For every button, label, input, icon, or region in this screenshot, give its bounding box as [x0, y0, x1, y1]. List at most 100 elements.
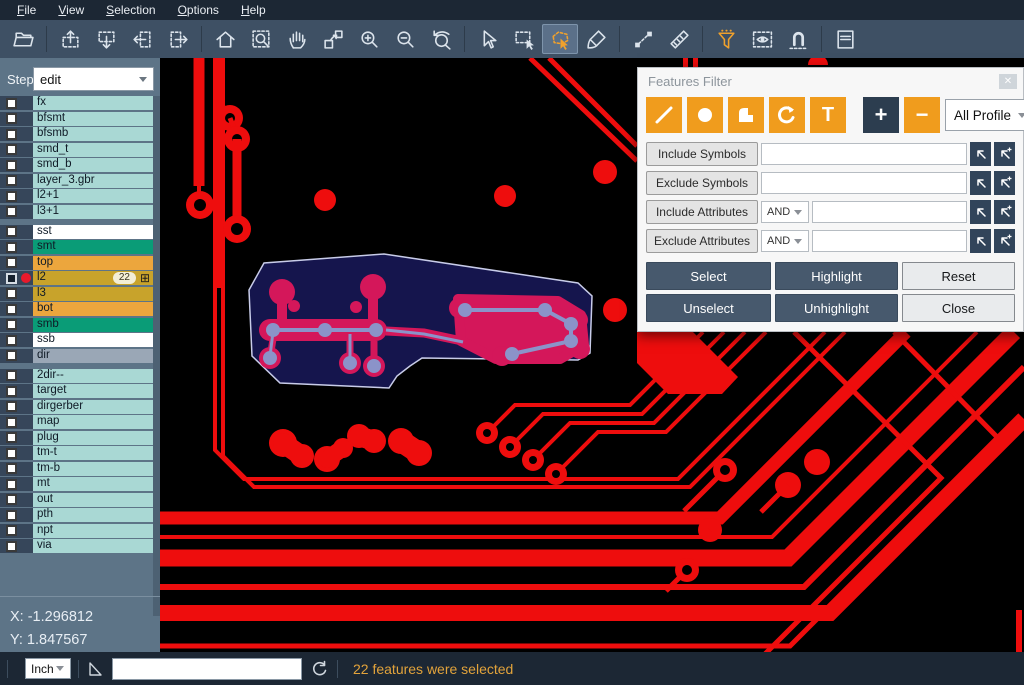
include-attributes-pick-add-button[interactable]	[994, 200, 1015, 224]
layer-row-l3[interactable]: l3	[0, 287, 160, 301]
layer-checkbox[interactable]	[6, 350, 17, 361]
layer-row-l2[interactable]: l222⊞	[0, 271, 160, 285]
report-button[interactable]	[827, 24, 863, 54]
layer-checkbox[interactable]	[6, 98, 17, 109]
home-view-button[interactable]	[207, 24, 243, 54]
zoom-in-button[interactable]	[351, 24, 387, 54]
include-symbols-pick-button[interactable]	[970, 142, 991, 166]
layer-name[interactable]: tm-b	[33, 462, 153, 476]
layer-checkbox[interactable]	[6, 417, 17, 428]
zoom-window-button[interactable]	[243, 24, 279, 54]
layer-row-2dir--[interactable]: 2dir--	[0, 369, 160, 383]
reset-button[interactable]: Reset	[902, 262, 1015, 290]
layer-checkbox[interactable]	[6, 206, 17, 217]
pan-down-button[interactable]	[88, 24, 124, 54]
highlight-button[interactable]: Highlight	[775, 262, 898, 290]
layer-row-plug[interactable]: plug	[0, 431, 160, 445]
layer-row-smd_b[interactable]: smd_b	[0, 158, 160, 172]
include-attributes-operator-select[interactable]: AND	[761, 201, 809, 223]
layer-row-dir[interactable]: dir	[0, 349, 160, 363]
include-attributes-pick-button[interactable]	[970, 200, 991, 224]
layer-name[interactable]: l3	[33, 287, 153, 301]
layer-name[interactable]: l3+1	[33, 205, 153, 219]
layer-name[interactable]: smd_t	[33, 143, 153, 157]
layer-name[interactable]: top	[33, 256, 153, 270]
layer-name[interactable]: bot	[33, 302, 153, 316]
layer-row-via[interactable]: via	[0, 539, 160, 553]
layer-row-map[interactable]: map	[0, 415, 160, 429]
view-options-button[interactable]	[744, 24, 780, 54]
refresh-icon[interactable]	[310, 659, 330, 679]
unit-select[interactable]: Inch	[25, 658, 71, 679]
snap-button[interactable]	[780, 24, 816, 54]
layer-checkbox[interactable]	[6, 129, 17, 140]
layer-checkbox[interactable]	[6, 370, 17, 381]
select-button[interactable]: Select	[646, 262, 771, 290]
layer-name[interactable]: fx	[33, 96, 153, 110]
layer-name[interactable]: 2dir--	[33, 369, 153, 383]
layer-row-target[interactable]: target	[0, 384, 160, 398]
layer-row-smt[interactable]: smt	[0, 240, 160, 254]
layer-checkbox[interactable]	[6, 288, 17, 299]
layer-name[interactable]: dirgerber	[33, 400, 153, 414]
layer-checkbox[interactable]	[6, 432, 17, 443]
layer-row-bfsmb[interactable]: bfsmb	[0, 127, 160, 141]
text-feature-button[interactable]: T	[810, 97, 846, 133]
select-rectangle-button[interactable]	[506, 24, 542, 54]
exclude-symbols-pick-button[interactable]	[970, 171, 991, 195]
layer-row-l3+1[interactable]: l3+1	[0, 205, 160, 219]
include-symbols-pick-add-button[interactable]	[994, 142, 1015, 166]
grid-icon[interactable]: ⊞	[140, 272, 150, 284]
pan-left-button[interactable]	[124, 24, 160, 54]
exclude-symbols-field[interactable]	[761, 172, 967, 194]
layer-checkbox[interactable]	[6, 401, 17, 412]
pan-right-button[interactable]	[160, 24, 196, 54]
exclude-symbols-pick-add-button[interactable]	[994, 171, 1015, 195]
exclude-attributes-button[interactable]: Exclude Attributes	[646, 229, 758, 253]
zoom-out-button[interactable]	[387, 24, 423, 54]
layer-name[interactable]: map	[33, 415, 153, 429]
layer-row-ssb[interactable]: ssb	[0, 333, 160, 347]
menu-file[interactable]: File	[6, 3, 47, 17]
layer-row-mt[interactable]: mt	[0, 477, 160, 491]
layer-checkbox[interactable]	[6, 191, 17, 202]
layer-checkbox[interactable]	[6, 479, 17, 490]
layer-name[interactable]: target	[33, 384, 153, 398]
layer-name[interactable]: sst	[33, 225, 153, 239]
layer-checkbox[interactable]	[6, 335, 17, 346]
exclude-symbols-button[interactable]: Exclude Symbols	[646, 171, 758, 195]
menu-view[interactable]: View	[47, 3, 95, 17]
unselect-button[interactable]: Unselect	[646, 294, 771, 322]
exclude-attributes-operator-select[interactable]: AND	[761, 230, 809, 252]
layer-checkbox[interactable]	[6, 273, 17, 284]
menu-options[interactable]: Options	[167, 3, 230, 17]
layer-row-bfsmt[interactable]: bfsmt	[0, 112, 160, 126]
layer-name[interactable]: l2+1	[33, 189, 153, 203]
layer-name[interactable]: layer_3.gbr	[33, 174, 153, 188]
layer-row-npt[interactable]: npt	[0, 524, 160, 538]
layer-name[interactable]: bfsmb	[33, 127, 153, 141]
layer-row-tm-t[interactable]: tm-t	[0, 446, 160, 460]
layer-checkbox[interactable]	[6, 510, 17, 521]
profile-select[interactable]: All Profile	[945, 99, 1024, 131]
close-button[interactable]: Close	[902, 294, 1015, 322]
exclude-attributes-pick-add-button[interactable]	[994, 229, 1015, 253]
layer-row-bot[interactable]: bot	[0, 302, 160, 316]
layer-checkbox[interactable]	[6, 113, 17, 124]
layer-row-l2+1[interactable]: l2+1	[0, 189, 160, 203]
layer-name[interactable]: via	[33, 539, 153, 553]
layer-name[interactable]: smt	[33, 240, 153, 254]
ruler-button[interactable]	[661, 24, 697, 54]
include-attributes-field[interactable]	[812, 201, 967, 223]
layer-checkbox[interactable]	[6, 175, 17, 186]
layer-name[interactable]: l222⊞	[33, 271, 153, 285]
arc-feature-button[interactable]	[769, 97, 805, 133]
layer-checkbox[interactable]	[6, 144, 17, 155]
line-feature-button[interactable]	[646, 97, 682, 133]
pan-up-button[interactable]	[52, 24, 88, 54]
exclude-attributes-field[interactable]	[812, 230, 967, 252]
layer-checkbox[interactable]	[6, 242, 17, 253]
layer-row-fx[interactable]: fx	[0, 96, 160, 110]
layer-name[interactable]: smb	[33, 318, 153, 332]
layer-name[interactable]: ssb	[33, 333, 153, 347]
